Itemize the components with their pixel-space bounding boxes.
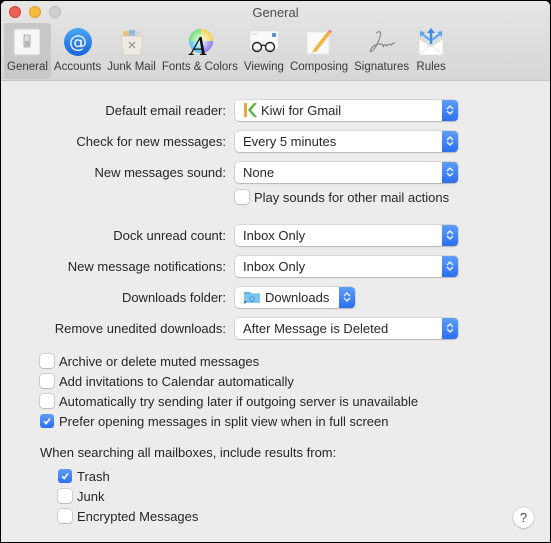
kiwi-app-icon	[243, 102, 257, 118]
option-split-view-label: Prefer opening messages in split view wh…	[59, 413, 389, 429]
downloads-folder-popup[interactable]: Downloads	[235, 286, 355, 308]
default-email-reader-value: Kiwi for Gmail	[261, 102, 342, 118]
popup-arrows-icon	[442, 161, 458, 183]
help-button[interactable]: ?	[513, 507, 534, 528]
tab-general-label: General	[7, 61, 48, 73]
option-retry-sending-row[interactable]: Automatically try sending later if outgo…	[40, 392, 418, 410]
remove-unedited-downloads-popup[interactable]: After Message is Deleted	[235, 317, 458, 339]
remove-unedited-downloads-value: After Message is Deleted	[243, 320, 389, 336]
play-sounds-label: Play sounds for other mail actions	[254, 189, 450, 205]
search-trash-checkbox[interactable]	[58, 469, 72, 483]
checkmark-icon	[43, 418, 51, 425]
checkmark-icon	[61, 473, 69, 480]
mail-preferences-window: General General @ Accounts Junk Mail A F…	[1, 1, 550, 542]
option-split-view-row[interactable]: Prefer opening messages in split view wh…	[40, 412, 389, 430]
popup-arrows-icon	[442, 224, 458, 246]
downloads-folder-label: Downloads folder:	[121, 289, 226, 305]
search-encrypted-label: Encrypted Messages	[77, 508, 199, 524]
tab-junk-mail-label: Junk Mail	[107, 61, 156, 73]
tab-rules[interactable]: Rules	[412, 23, 450, 79]
tab-general[interactable]: General	[4, 23, 51, 79]
dock-unread-count-popup[interactable]: Inbox Only	[235, 224, 458, 246]
dock-unread-count-label: Dock unread count:	[113, 227, 226, 243]
popup-arrows-icon	[442, 317, 458, 339]
search-encrypted-checkbox[interactable]	[58, 509, 72, 523]
default-email-reader-popup[interactable]: Kiwi for Gmail	[235, 99, 458, 121]
general-settings-panel: Default email reader: Kiwi for Gmail Che…	[1, 82, 550, 542]
search-trash-label: Trash	[77, 468, 110, 484]
default-email-reader-label: Default email reader:	[105, 102, 226, 118]
title-bar: General General @ Accounts Junk Mail A F…	[1, 1, 550, 81]
tab-signatures[interactable]: Signatures	[351, 23, 412, 79]
search-encrypted-row[interactable]: Encrypted Messages	[58, 507, 198, 525]
tab-accounts-label: Accounts	[53, 61, 102, 73]
svg-text:@: @	[69, 32, 87, 53]
option-archive-muted-row[interactable]: Archive or delete muted messages	[40, 352, 259, 370]
new-messages-sound-label: New messages sound:	[94, 164, 226, 180]
general-switch-icon	[11, 26, 43, 58]
new-messages-sound-value: None	[243, 164, 275, 180]
option-archive-muted-label: Archive or delete muted messages	[59, 353, 260, 369]
option-split-view-checkbox[interactable]	[40, 414, 54, 428]
search-junk-row[interactable]: Junk	[58, 487, 104, 505]
check-new-messages-label: Check for new messages:	[76, 133, 226, 149]
new-message-notifications-value: Inbox Only	[243, 258, 306, 274]
option-add-invitations-label: Add invitations to Calendar automaticall…	[59, 373, 294, 389]
rules-envelope-icon	[415, 26, 447, 58]
junk-trash-icon	[116, 26, 148, 58]
downloads-folder-icon	[243, 290, 261, 304]
pencil-icon	[303, 26, 335, 58]
option-retry-sending-label: Automatically try sending later if outgo…	[59, 393, 419, 409]
svg-text:A: A	[188, 33, 207, 57]
remove-unedited-downloads-label: Remove unedited downloads:	[54, 320, 226, 336]
option-retry-sending-checkbox[interactable]	[40, 394, 54, 408]
new-message-notifications-popup[interactable]: Inbox Only	[235, 255, 458, 277]
popup-arrows-icon	[442, 255, 458, 277]
option-add-invitations-row[interactable]: Add invitations to Calendar automaticall…	[40, 372, 294, 390]
dock-unread-count-value: Inbox Only	[243, 227, 306, 243]
signature-icon	[366, 26, 398, 58]
play-sounds-checkbox-row[interactable]: Play sounds for other mail actions	[235, 188, 449, 206]
downloads-folder-value: Downloads	[265, 289, 330, 305]
new-messages-sound-popup[interactable]: None	[235, 161, 458, 183]
tab-viewing-label: Viewing	[243, 61, 284, 73]
tab-fonts-colors-label: Fonts & Colors	[161, 61, 238, 73]
option-archive-muted-checkbox[interactable]	[40, 354, 54, 368]
search-section-label: When searching all mailboxes, include re…	[40, 445, 337, 460]
play-sounds-checkbox[interactable]	[235, 190, 249, 204]
search-junk-label: Junk	[77, 488, 105, 504]
popup-arrows-icon	[442, 99, 458, 121]
option-add-invitations-checkbox[interactable]	[40, 374, 54, 388]
tab-viewing[interactable]: Viewing	[241, 23, 287, 79]
search-junk-checkbox[interactable]	[58, 489, 72, 503]
glasses-icon	[248, 26, 280, 58]
tab-accounts[interactable]: @ Accounts	[51, 23, 104, 79]
popup-arrows-icon	[339, 286, 355, 308]
tab-signatures-label: Signatures	[354, 61, 410, 73]
new-message-notifications-label: New message notifications:	[67, 258, 226, 274]
tab-fonts-colors[interactable]: A Fonts & Colors	[159, 23, 241, 79]
tab-composing[interactable]: Composing	[287, 23, 351, 79]
window-title: General	[252, 5, 299, 20]
tab-rules-label: Rules	[416, 61, 446, 73]
at-sign-icon: @	[62, 26, 94, 58]
preferences-toolbar: General @ Accounts Junk Mail A Fonts & C…	[4, 23, 450, 79]
tab-junk-mail[interactable]: Junk Mail	[104, 23, 159, 79]
check-new-messages-popup[interactable]: Every 5 minutes	[235, 130, 458, 152]
search-trash-row[interactable]: Trash	[58, 467, 110, 485]
popup-arrows-icon	[442, 130, 458, 152]
tab-composing-label: Composing	[289, 61, 349, 73]
check-new-messages-value: Every 5 minutes	[243, 133, 337, 149]
fonts-colors-icon: A	[184, 26, 216, 58]
